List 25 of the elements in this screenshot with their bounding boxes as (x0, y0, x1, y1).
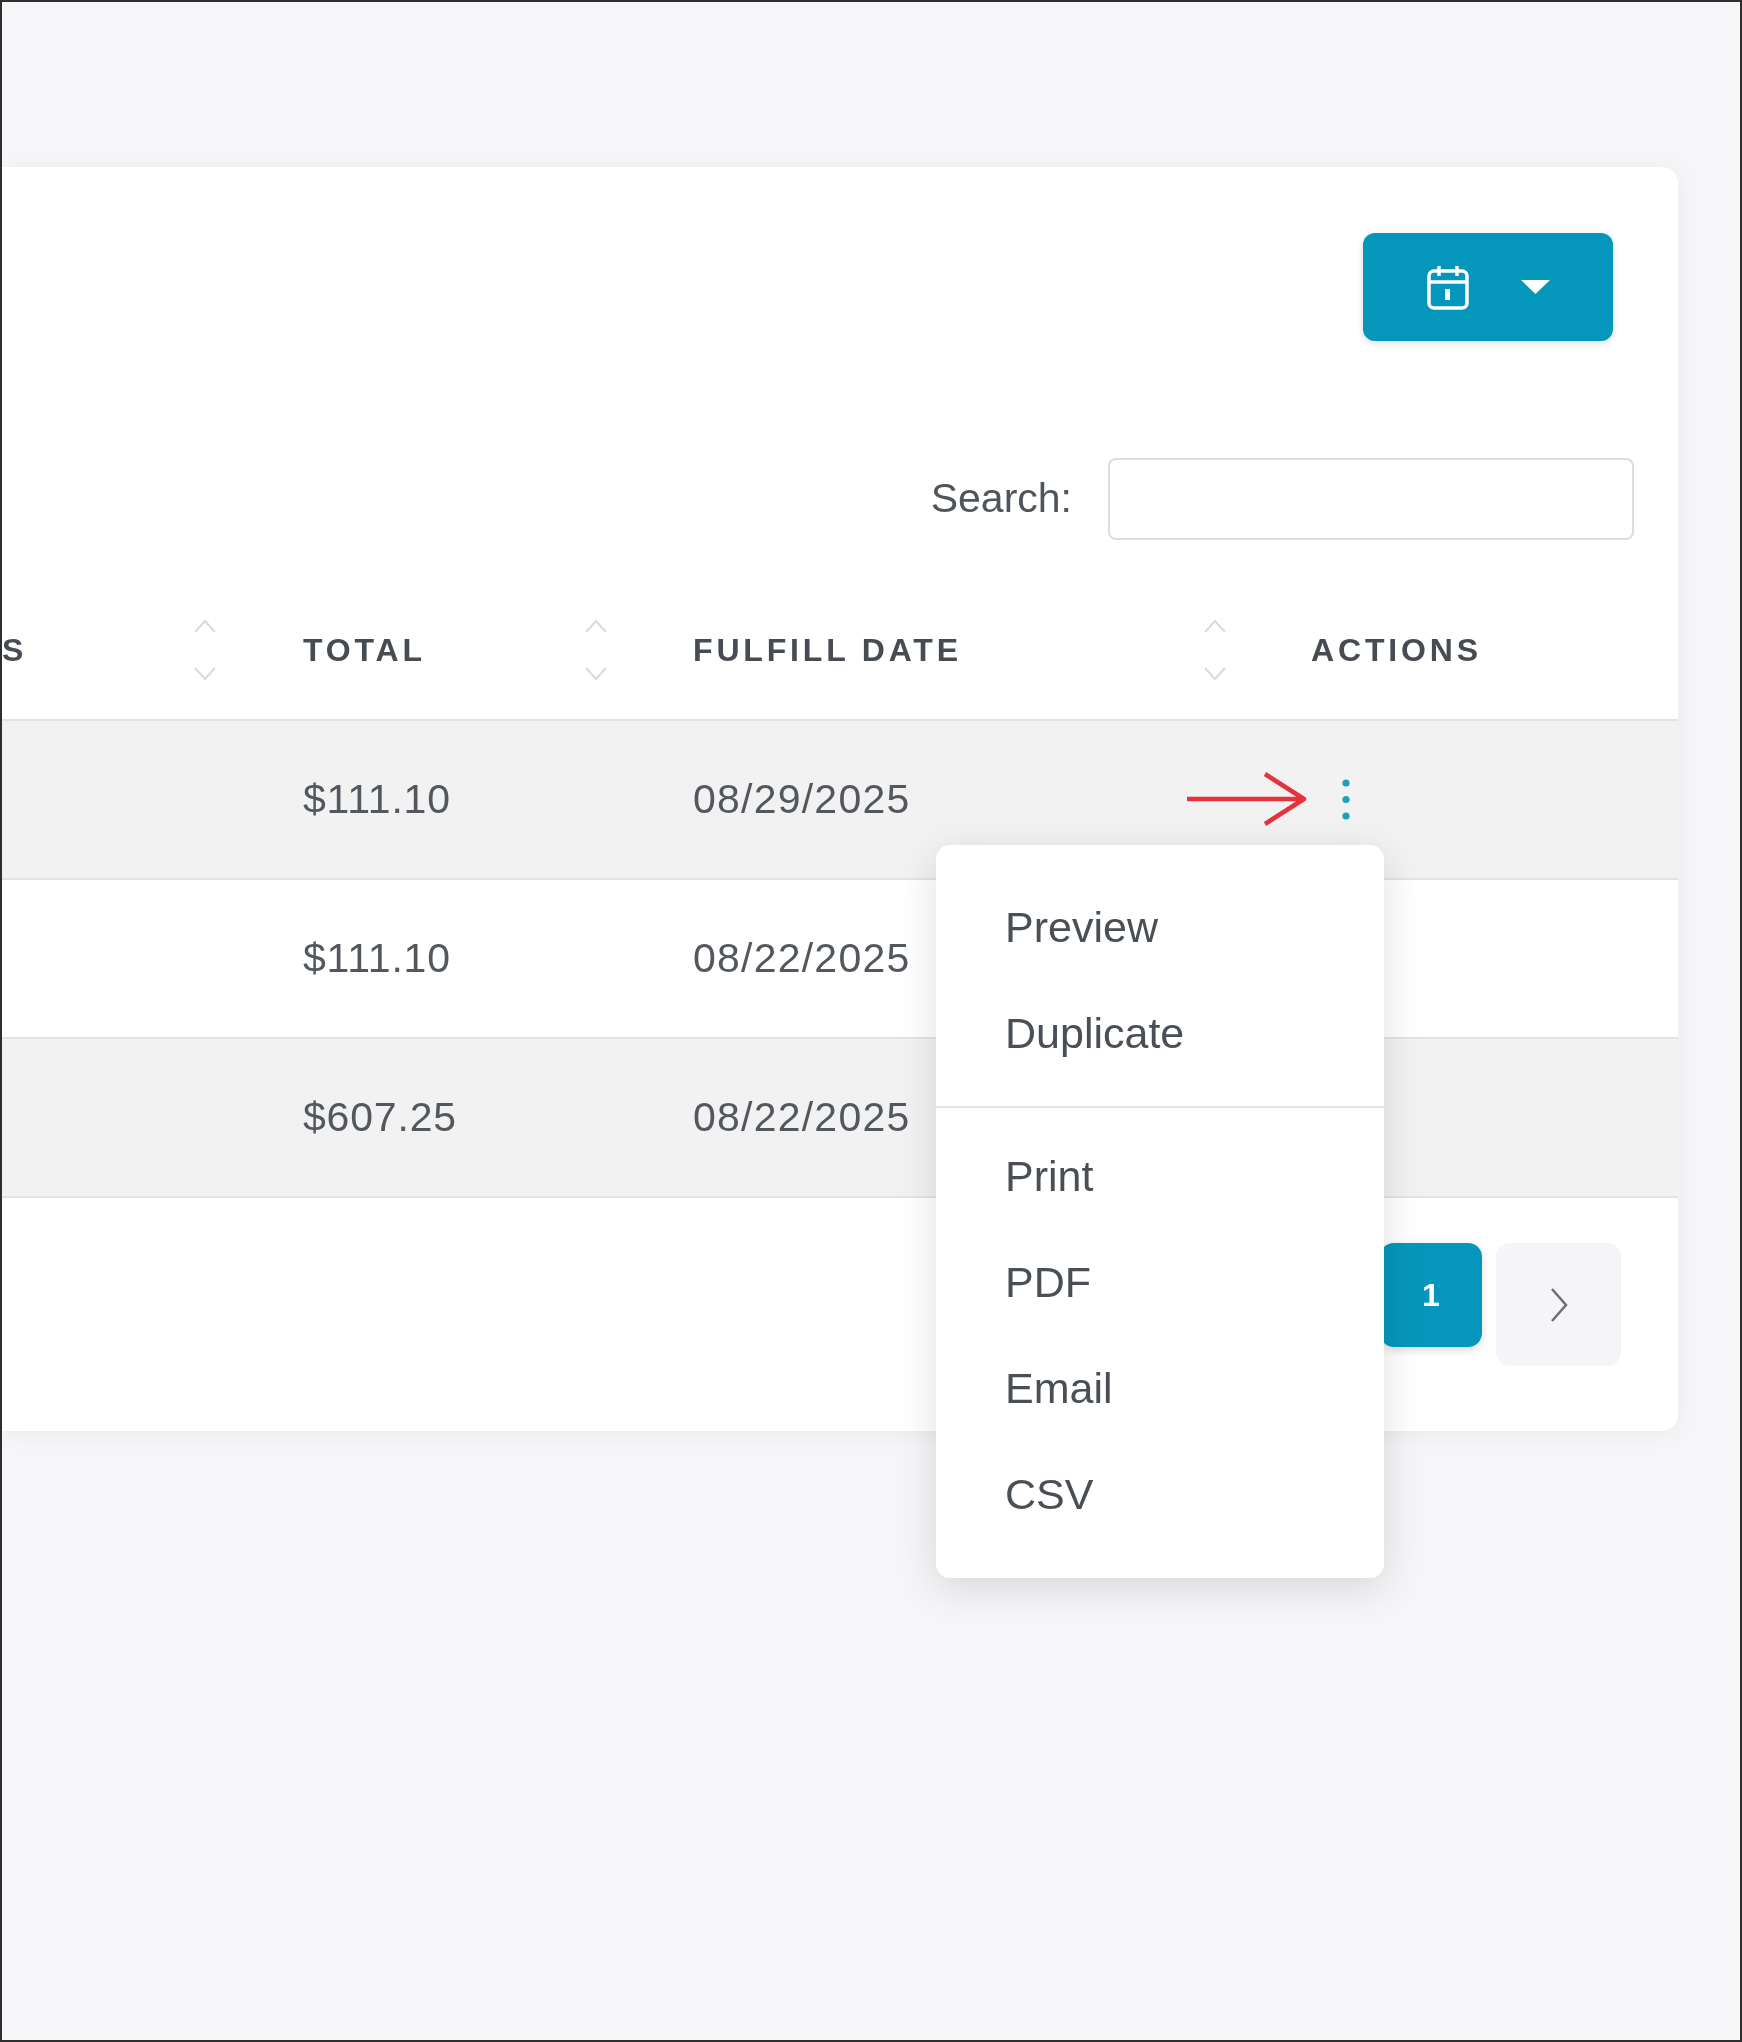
next-page-button[interactable] (1496, 1243, 1621, 1366)
fulfill-date-cell-text: 08/22/2025 (693, 933, 911, 983)
sort-icon[interactable] (583, 618, 609, 682)
total-cell-text: $111.10 (303, 774, 451, 824)
menu-item[interactable]: CSV (936, 1441, 1384, 1547)
menu-item[interactable]: Duplicate (936, 980, 1384, 1086)
total-cell-text: $607.25 (303, 1092, 457, 1142)
menu-item[interactable]: Print (936, 1123, 1384, 1229)
calendar-icon (1426, 263, 1470, 311)
column-header: ACTIONS (1311, 631, 1482, 670)
menu-item[interactable]: Preview (936, 874, 1384, 980)
sort-icon[interactable] (1202, 618, 1228, 682)
search-label: Search: (930, 474, 1072, 524)
sort-icon[interactable] (192, 618, 218, 682)
column-header: S (2, 631, 28, 670)
kebab-menu-icon (1342, 779, 1350, 820)
caret-down-icon (1521, 280, 1550, 294)
fulfill-date-cell-text: 08/29/2025 (693, 774, 911, 824)
fulfill-date-cell-text: 08/22/2025 (693, 1092, 911, 1142)
column-header: TOTAL (303, 631, 426, 670)
search-field[interactable] (1108, 458, 1634, 540)
calendar-dropdown-button[interactable] (1363, 233, 1613, 341)
chevron-right-icon (1549, 1286, 1568, 1323)
total-cell-text: $111.10 (303, 933, 451, 983)
column-header: FULFILL DATE (693, 631, 962, 670)
